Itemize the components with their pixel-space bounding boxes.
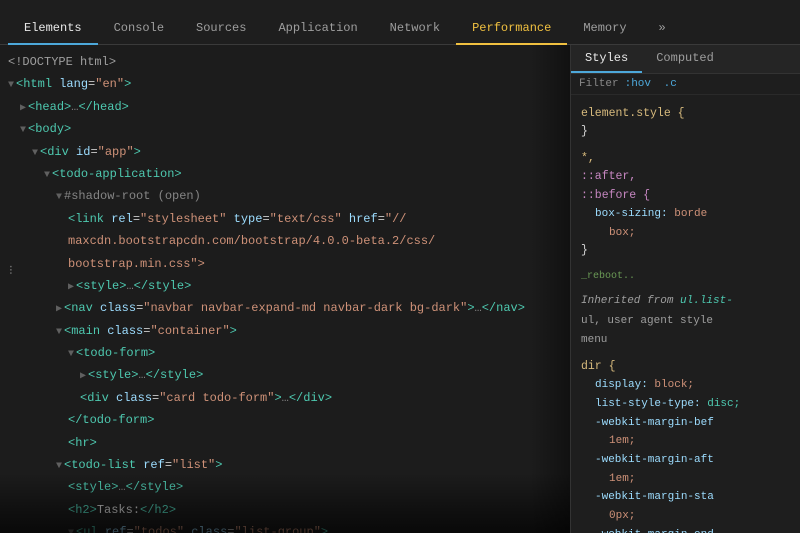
- ul-todos: ▼<ul ref="todos" class="list-group">: [0, 521, 570, 533]
- tab-performance[interactable]: Performance: [456, 13, 567, 45]
- tab-bar: Elements Console Sources Application Net…: [0, 0, 800, 45]
- filter-separator: [651, 78, 658, 90]
- shadow-root: ▼#shadow-root (open): [0, 185, 570, 207]
- box-sizing-prop: box-sizing: borde: [581, 205, 790, 224]
- after-selector: ::after,: [581, 168, 790, 186]
- tab-network[interactable]: Network: [374, 13, 456, 45]
- box-val: box;: [581, 224, 790, 243]
- dir-rule: dir { display: block; list-style-type: d…: [571, 354, 800, 533]
- style-tag: ▶<style>…</style>: [0, 275, 570, 297]
- hr-tag: <hr>: [0, 432, 570, 454]
- devtools-window: Elements Console Sources Application Net…: [0, 0, 800, 533]
- styles-tabs: Styles Computed: [571, 45, 800, 74]
- tab-application[interactable]: Application: [262, 13, 373, 45]
- h2-tasks: <h2>Tasks:</h2>: [0, 499, 570, 521]
- style-todo: ▶<style>…</style>: [0, 364, 570, 386]
- link-bootstrap2: maxcdn.bootstrapcdn.com/bootstrap/4.0.0-…: [0, 230, 570, 252]
- content-area: … <!DOCTYPE html> ▼<html lang="en"> ▶<he…: [0, 45, 800, 533]
- div-app: ▼<div id="app">: [0, 141, 570, 163]
- filter-bar: Filter :hov .c: [571, 74, 800, 95]
- dir-margin-end: -webkit-margin-end: [581, 526, 790, 533]
- styles-content: element.style { } *, ::after, ::befo: [571, 95, 800, 533]
- styles-panel: Styles Computed Filter :hov .c element.s…: [570, 45, 800, 533]
- filter-hint1: :hov: [625, 78, 651, 90]
- element-style-rule: element.style { }: [571, 101, 800, 146]
- main-tag: ▼<main class="container">: [0, 320, 570, 342]
- link-bootstrap1: <link rel="stylesheet" type="text/css" h…: [0, 208, 570, 230]
- universal-selector: *,: [581, 150, 790, 168]
- dir-margin-bef: -webkit-margin-bef: [581, 414, 790, 433]
- inherited-ua: ul, user agent style: [571, 313, 800, 333]
- elements-panel: … <!DOCTYPE html> ▼<html lang="en"> ▶<he…: [0, 45, 570, 533]
- tab-styles[interactable]: Styles: [571, 45, 642, 73]
- dir-margin-aft: -webkit-margin-aft: [581, 451, 790, 470]
- dir-list-style: list-style-type: disc;: [581, 395, 790, 414]
- todo-list: ▼<todo-list ref="list">: [0, 454, 570, 476]
- tab-memory[interactable]: Memory: [567, 13, 642, 45]
- nav-tag: ▶<nav class="navbar navbar-expand-md nav…: [0, 297, 570, 319]
- todo-form-open: ▼<todo-form>: [0, 342, 570, 364]
- tab-elements[interactable]: Elements: [8, 13, 98, 45]
- left-dots: …: [0, 265, 27, 277]
- todo-form-close: </todo-form>: [0, 409, 570, 431]
- html-doctype: <!DOCTYPE html>: [0, 51, 570, 73]
- tab-more[interactable]: »: [643, 13, 682, 45]
- tab-sources[interactable]: Sources: [180, 13, 262, 45]
- todo-application: ▼<todo-application>: [0, 163, 570, 185]
- dir-margin-aft-val: 1em;: [581, 470, 790, 489]
- tab-computed[interactable]: Computed: [642, 45, 728, 73]
- dir-margin-bef-val: 1em;: [581, 432, 790, 451]
- style-list: <style>…</style>: [0, 476, 570, 498]
- head-tag: ▶<head>…</head>: [0, 96, 570, 118]
- dir-margin-sta-val: 0px;: [581, 507, 790, 526]
- dir-margin-sta: -webkit-margin-sta: [581, 488, 790, 507]
- html-tag: ▼<html lang="en">: [0, 73, 570, 95]
- link-bootstrap3: bootstrap.min.css">: [0, 253, 570, 275]
- element-style-close: }: [581, 123, 790, 141]
- reboot-comment: _reboot..: [571, 265, 800, 287]
- inherited-menu: menu: [571, 332, 800, 354]
- before-selector: ::before {: [581, 187, 790, 205]
- body-tag: ▼<body>: [0, 118, 570, 140]
- universal-close: }: [581, 242, 790, 260]
- dir-selector: dir {: [581, 358, 790, 376]
- inherited-from-ul: Inherited from ul.list-: [571, 287, 800, 313]
- div-card: <div class="card todo-form">…</div>: [0, 387, 570, 409]
- element-style-selector: element.style {: [581, 105, 790, 123]
- filter-hint2: .c: [664, 78, 677, 90]
- tab-console[interactable]: Console: [98, 13, 180, 45]
- dir-display: display: block;: [581, 376, 790, 395]
- universal-rule: *, ::after, ::before { box-sizing: borde…: [571, 146, 800, 265]
- filter-label: Filter: [579, 78, 619, 90]
